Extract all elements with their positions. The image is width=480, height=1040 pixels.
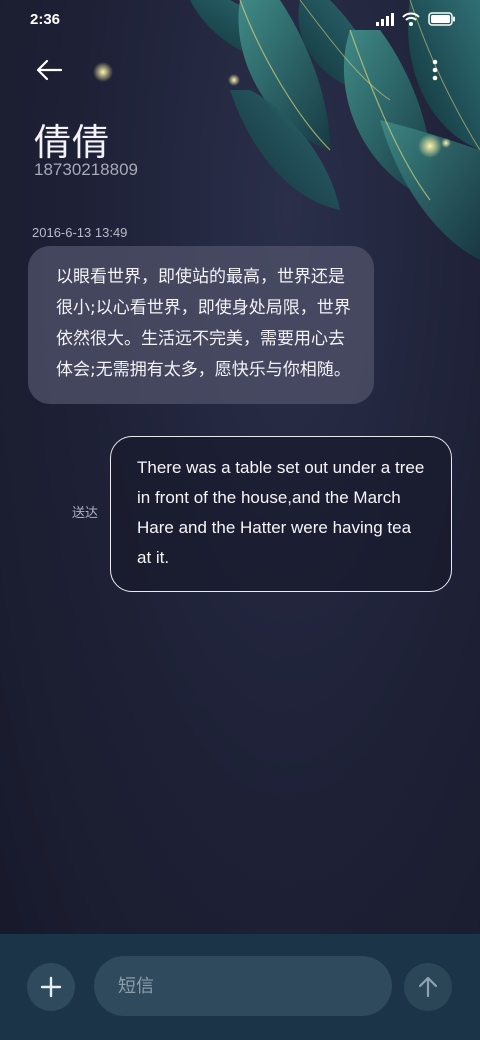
battery-icon [428, 12, 455, 26]
incoming-message-bubble[interactable]: 以眼看世界，即使站的最高，世界还是很小;以心看世界，即使身处局限，世界依然很大。… [28, 246, 374, 404]
more-vertical-icon [432, 59, 438, 81]
wifi-icon [402, 12, 420, 26]
arrow-left-icon [36, 59, 63, 81]
contact-name: 倩倩 [34, 121, 110, 164]
delivery-status-label: 送达 [72, 506, 99, 521]
status-time: 2:36 [30, 11, 61, 28]
add-attachment-button[interactable] [27, 963, 75, 1011]
back-button[interactable] [34, 58, 64, 82]
composer-bar [0, 934, 480, 1040]
message-timestamp: 2016-6-13 13:49 [32, 225, 128, 240]
signal-icon [376, 12, 394, 26]
contact-number: 18730218809 [34, 160, 139, 179]
arrow-up-icon [418, 976, 438, 998]
status-bar: 2:36 [0, 0, 480, 40]
outgoing-message-bubble[interactable]: There was a table set out under a tree i… [110, 436, 452, 592]
send-button[interactable] [404, 963, 452, 1011]
plus-icon [40, 976, 62, 998]
status-icons [376, 12, 456, 26]
more-options-button[interactable] [430, 58, 440, 82]
message-input[interactable] [94, 956, 392, 1016]
